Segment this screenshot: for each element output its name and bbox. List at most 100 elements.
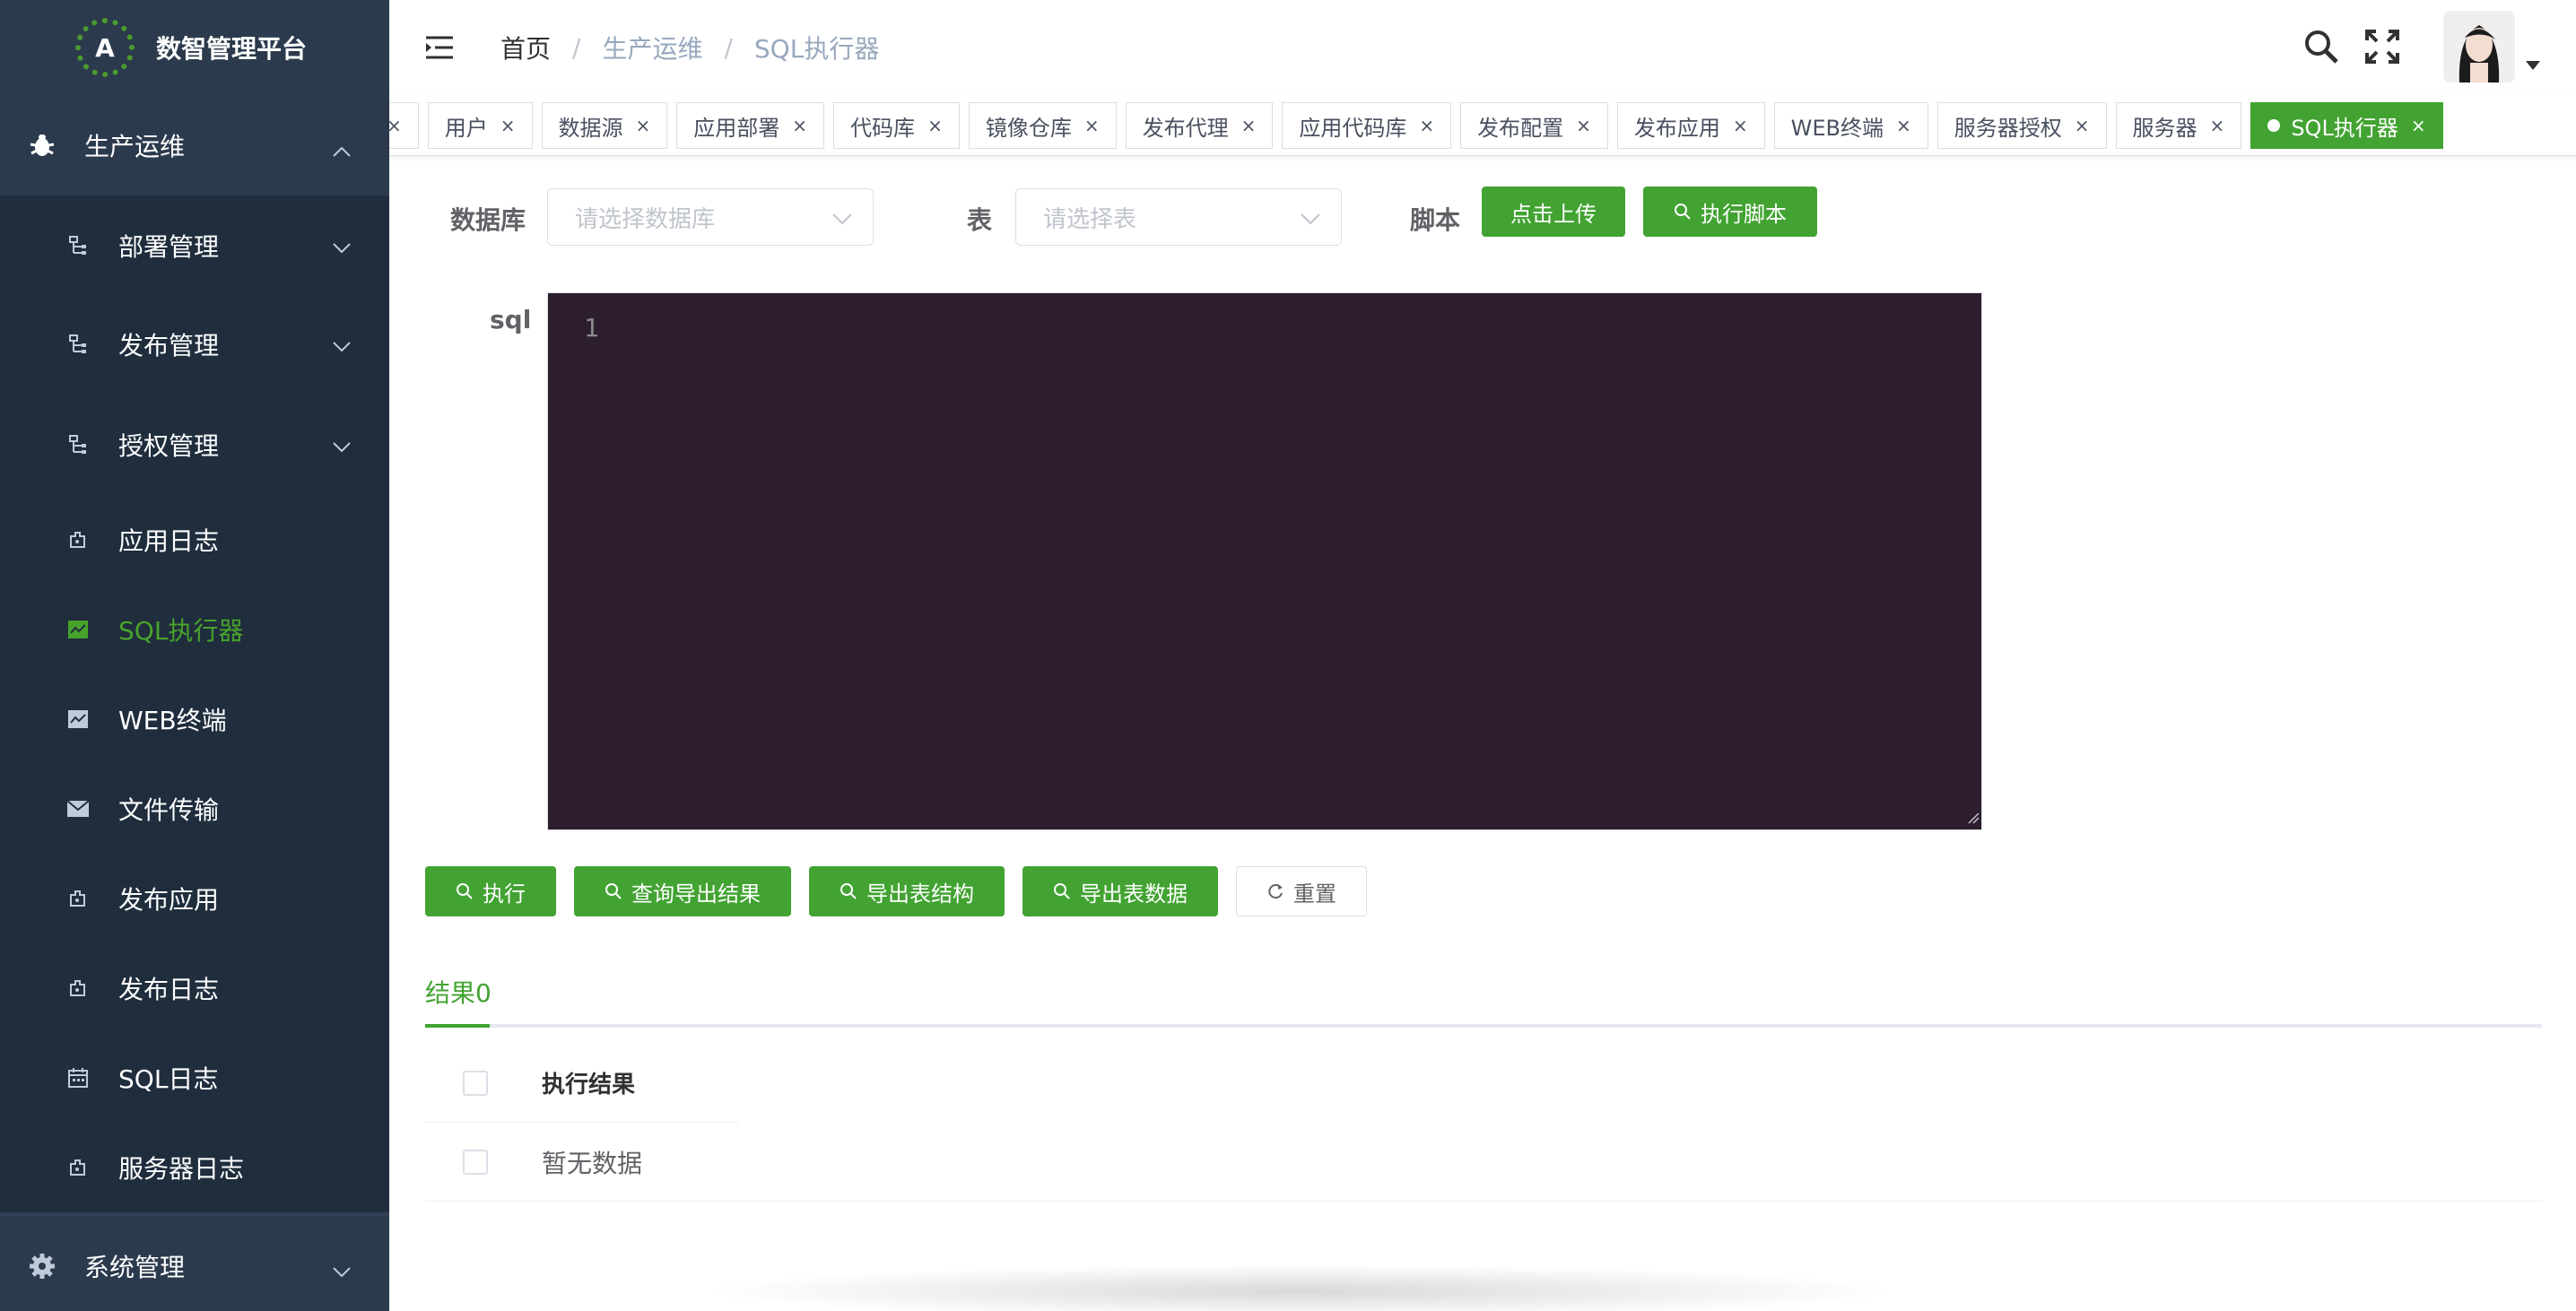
query-form: 数据库 请选择数据库 表 请选择表 脚本 点击上传 执行脚本 [389,187,2576,247]
sidebar-item-label: 授权管理 [118,431,220,461]
breadcrumb-separator: / [572,32,581,63]
export-structure-button[interactable]: 导出表结构 [809,866,1005,916]
tag-item[interactable]: 境× [389,102,419,149]
empty-text: 暂无数据 [542,1148,643,1178]
tab-active-bar [425,1024,490,1028]
sidebar-item-app-log[interactable]: 应用日志 [0,495,389,585]
sidebar-item-label: 服务器日志 [118,1154,245,1184]
sql-editor[interactable]: 1 [547,292,1982,830]
plugin-icon [66,977,90,1000]
database-label: 数据库 [450,205,527,235]
database-select-placeholder: 请选择数据库 [575,205,716,233]
chevron-down-icon [332,231,352,261]
chevron-up-icon [332,135,352,164]
tag-item[interactable]: 服务器授权 × [1936,102,2107,149]
tag-item[interactable]: 代码库 × [833,102,960,149]
mail-icon [66,797,90,820]
breadcrumb-current: SQL执行器 [753,34,880,64]
tag-item[interactable]: SQL执行器 × [2250,102,2443,149]
sidebar-item-file-transfer[interactable]: 文件传输 [0,764,389,854]
tag-label: 服务器 [2132,115,2197,141]
tag-item[interactable]: 数据源 × [541,102,668,149]
close-icon[interactable]: × [2210,115,2225,136]
sidebar-item-label: 发布日志 [118,975,220,1004]
close-icon[interactable]: × [1084,115,1100,136]
tag-item[interactable]: 用户 × [427,102,533,149]
tab-result-0[interactable]: 结果0 [425,974,492,1028]
bug-icon [27,130,57,161]
sidebar-item-server-log[interactable]: 服务器日志 [0,1123,389,1212]
sidebar-item-sql-executor[interactable]: SQL执行器 [0,585,389,674]
select-all-checkbox[interactable] [463,1070,488,1096]
close-icon[interactable]: × [500,115,516,136]
tree-icon [66,333,90,356]
sidebar-item-release[interactable]: 发布管理 [0,294,389,395]
database-select[interactable]: 请选择数据库 [547,188,874,246]
avatar[interactable] [2443,11,2515,82]
active-dot-icon [2267,119,2281,132]
close-icon[interactable]: × [1896,115,1911,136]
tag-item[interactable]: WEB终端 × [1773,102,1928,149]
breadcrumb-separator: / [724,32,733,63]
menu-group-label: 生产运维 [84,132,186,161]
search-icon [605,882,622,900]
sidebar-item-release-log[interactable]: 发布日志 [0,943,389,1033]
export-data-label: 导出表数据 [1080,881,1188,907]
execute-script-button[interactable]: 执行脚本 [1643,187,1817,237]
caret-down-icon[interactable] [2526,56,2540,74]
tag-item[interactable]: 发布应用 × [1616,102,1765,149]
table-label: 表 [967,205,993,235]
chevron-down-icon [332,430,352,460]
tag-label: 发布配置 [1477,115,1564,141]
close-icon[interactable]: × [389,115,402,136]
menu-group-system[interactable]: 系统管理 [0,1216,389,1311]
tag-item[interactable]: 应用部署 × [676,102,825,149]
reset-button-label: 重置 [1293,881,1336,907]
breadcrumb-home[interactable]: 首页 [500,30,551,65]
sidebar-item-deploy[interactable]: 部署管理 [0,195,389,294]
tag-item[interactable]: 镜像仓库 × [968,102,1117,149]
tag-item[interactable]: 发布配置 × [1460,102,1608,149]
export-data-button[interactable]: 导出表数据 [1023,866,1218,916]
close-icon[interactable]: × [2411,115,2426,136]
sql-label: sql [490,305,532,334]
main-content: 数据库 请选择数据库 表 请选择表 脚本 点击上传 执行脚本 sql 1 执行 … [389,156,2576,1311]
breadcrumb: 首页 / 生产运维 / SQL执行器 [500,30,879,65]
tag-item[interactable]: 服务器 × [2115,102,2242,149]
close-icon[interactable]: × [1419,115,1434,136]
close-icon[interactable]: × [1733,115,1748,136]
close-icon[interactable]: × [927,115,943,136]
tag-item[interactable]: 应用代码库 × [1282,102,1452,149]
close-icon[interactable]: × [1241,115,1257,136]
logo-bar: A 数智管理平台 [0,0,389,95]
tag-item[interactable]: 发布代理 × [1125,102,1274,149]
hamburger-icon[interactable] [422,30,457,65]
sidebar-item-auth[interactable]: 授权管理 [0,395,389,495]
query-export-button[interactable]: 查询导出结果 [574,866,791,916]
execute-button[interactable]: 执行 [425,866,556,916]
reset-button[interactable]: 重置 [1236,866,1367,916]
resize-grip-icon[interactable] [1967,811,1980,828]
chart-icon [66,708,90,731]
refresh-icon [1266,882,1284,900]
close-icon[interactable]: × [1576,115,1591,136]
tag-label: SQL执行器 [2291,115,2398,141]
sidebar-item-sql-log[interactable]: SQL日志 [0,1033,389,1123]
execute-script-label: 执行脚本 [1701,201,1787,227]
export-structure-label: 导出表结构 [866,881,974,907]
tags-view: 境×用户×数据源×应用部署×代码库×镜像仓库×发布代理×应用代码库×发布配置×发… [389,95,2576,156]
menu-group-production[interactable]: 生产运维 [0,95,389,195]
fullscreen-icon[interactable] [2361,25,2404,68]
upload-button[interactable]: 点击上传 [1482,187,1625,237]
search-icon[interactable] [2300,25,2343,68]
sidebar-item-web-terminal[interactable]: WEB终端 [0,674,389,764]
chart-icon [66,618,90,641]
close-icon[interactable]: × [636,115,651,136]
table-header: 执行结果 [425,1044,739,1123]
sidebar-item-release-app[interactable]: 发布应用 [0,854,389,943]
close-icon[interactable]: × [792,115,807,136]
table-select[interactable]: 请选择表 [1015,188,1342,246]
close-icon[interactable]: × [2075,115,2090,136]
submenu-production: 部署管理 发布管理 授权管理 应用日志 SQL执行器 WEB终端 文件传输 发布… [0,195,389,1212]
row-checkbox[interactable] [463,1149,488,1175]
